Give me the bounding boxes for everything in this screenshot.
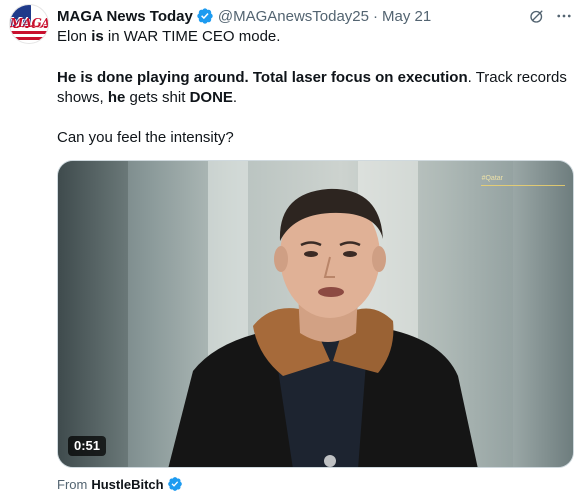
video-watermark: #Qatar — [481, 175, 503, 182]
author-name[interactable]: MAGA News Today — [57, 8, 193, 25]
video-watermark-underline — [481, 185, 565, 186]
video-frame — [168, 188, 478, 467]
tweet-text-line3: Can you feel the intensity? — [57, 129, 234, 146]
tweet[interactable]: MAGA MAGA News Today @MAGAnewsToday25 · … — [0, 0, 582, 497]
author-handle[interactable]: @MAGAnewsToday25 — [218, 8, 369, 25]
grok-icon[interactable] — [528, 7, 546, 25]
source-account-link[interactable]: HustleBitch — [91, 477, 163, 492]
tweet-text-line1: Elon is in WAR TIME CEO mode. — [57, 28, 281, 45]
verified-badge-icon[interactable] — [167, 476, 183, 492]
video-source: From HustleBitch — [57, 476, 183, 492]
avatar-logo-text: MAGA — [10, 16, 49, 30]
verified-badge-icon[interactable] — [196, 7, 214, 25]
video-duration-badge: 0:51 — [68, 436, 107, 456]
tweet-header: MAGA News Today @MAGAnewsToday25 · May 2… — [57, 6, 431, 26]
avatar[interactable]: MAGA — [9, 4, 49, 44]
more-icon[interactable] — [555, 7, 573, 25]
source-prefix: From — [57, 476, 88, 492]
header-separator: · — [373, 7, 378, 25]
tweet-date[interactable]: May 21 — [382, 8, 431, 25]
video-player[interactable]: #Qatar 0:51 — [57, 160, 574, 468]
tweet-text-paragraph2: He is done playing around. Total laser f… — [57, 69, 567, 106]
